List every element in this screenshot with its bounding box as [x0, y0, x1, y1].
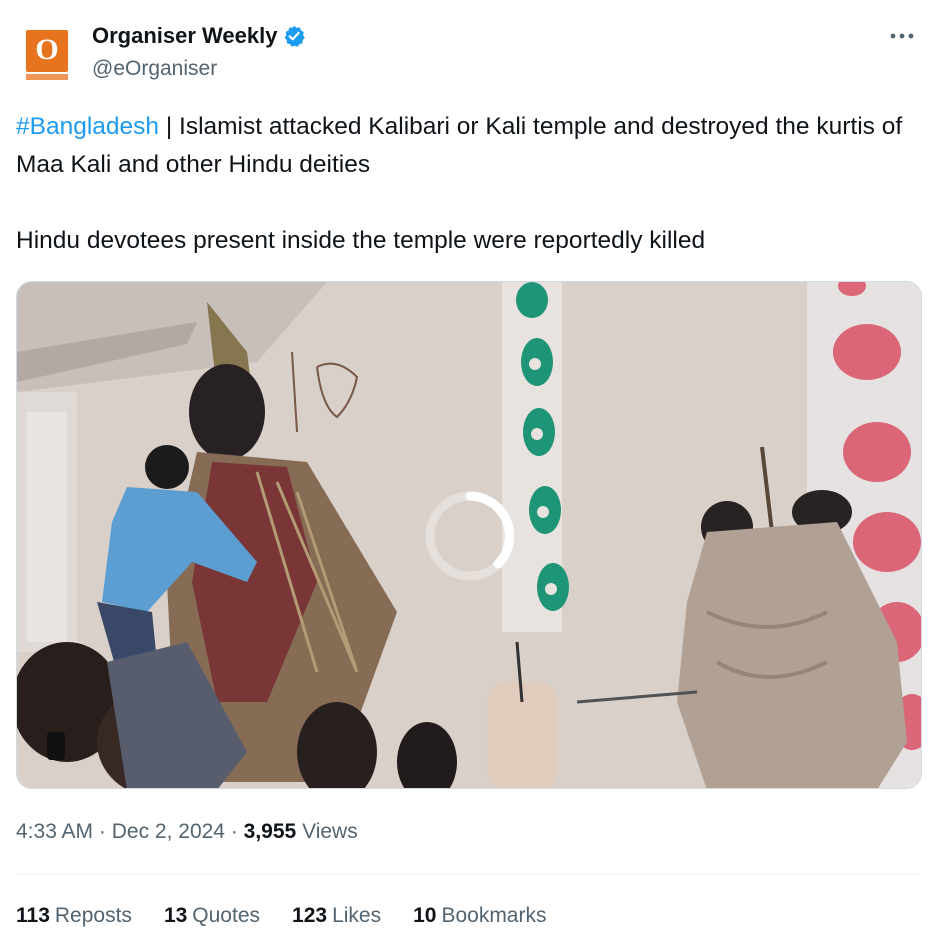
reposts-label: Reposts	[54, 904, 132, 927]
engagement-stats: 113 Reposts 13 Quotes 123 Likes 10 Bookmarks	[16, 902, 578, 930]
hashtag-link[interactable]: #Bangladesh	[16, 113, 159, 140]
tweet-line-1: #Bangladesh | Islamist attacked Kalibari…	[16, 108, 906, 184]
quotes-count: 13	[163, 904, 188, 927]
views-count: 3,955	[243, 820, 297, 843]
tweet-date[interactable]: Dec 2, 2024	[112, 820, 225, 843]
video-frame	[17, 282, 921, 788]
reposts-count: 113	[16, 904, 50, 927]
meta-separator-2: ·	[224, 820, 244, 843]
tweet-header: O Organiser Weekly @eOrganiser	[16, 18, 920, 88]
quotes-stat[interactable]: 13 Quotes	[164, 902, 260, 930]
divider	[16, 874, 920, 875]
verified-badge-icon[interactable]	[283, 25, 306, 47]
bookmarks-stat[interactable]: 10 Bookmarks	[413, 902, 546, 930]
tweet-time[interactable]: 4:33 AM	[16, 820, 93, 843]
likes-label: Likes	[332, 904, 382, 927]
meta-separator: ·	[93, 820, 112, 843]
video-player[interactable]	[16, 281, 922, 789]
bookmarks-label: Bookmarks	[441, 904, 547, 927]
more-options-icon[interactable]	[884, 22, 920, 50]
tweet-meta: 4:33 AM · Dec 2, 2024 · 3,955 Views	[16, 818, 358, 846]
logo-strip	[26, 74, 68, 80]
views-label: Views	[302, 820, 358, 843]
likes-stat[interactable]: 123 Likes	[292, 902, 381, 930]
avatar[interactable]: O	[24, 26, 68, 82]
avatar-logo-letter: O	[35, 33, 59, 66]
bookmarks-count: 10	[413, 904, 437, 927]
tweet-text: #Bangladesh | Islamist attacked Kalibari…	[16, 108, 906, 260]
tweet-line-2: Hindu devotees present inside the temple…	[16, 227, 706, 254]
quotes-label: Quotes	[192, 904, 261, 927]
likes-count: 123	[292, 904, 328, 927]
name-row: Organiser Weekly	[92, 22, 306, 50]
user-handle[interactable]: @eOrganiser	[92, 56, 217, 82]
reposts-stat[interactable]: 113 Reposts	[16, 902, 132, 930]
display-name[interactable]: Organiser Weekly	[92, 22, 277, 50]
